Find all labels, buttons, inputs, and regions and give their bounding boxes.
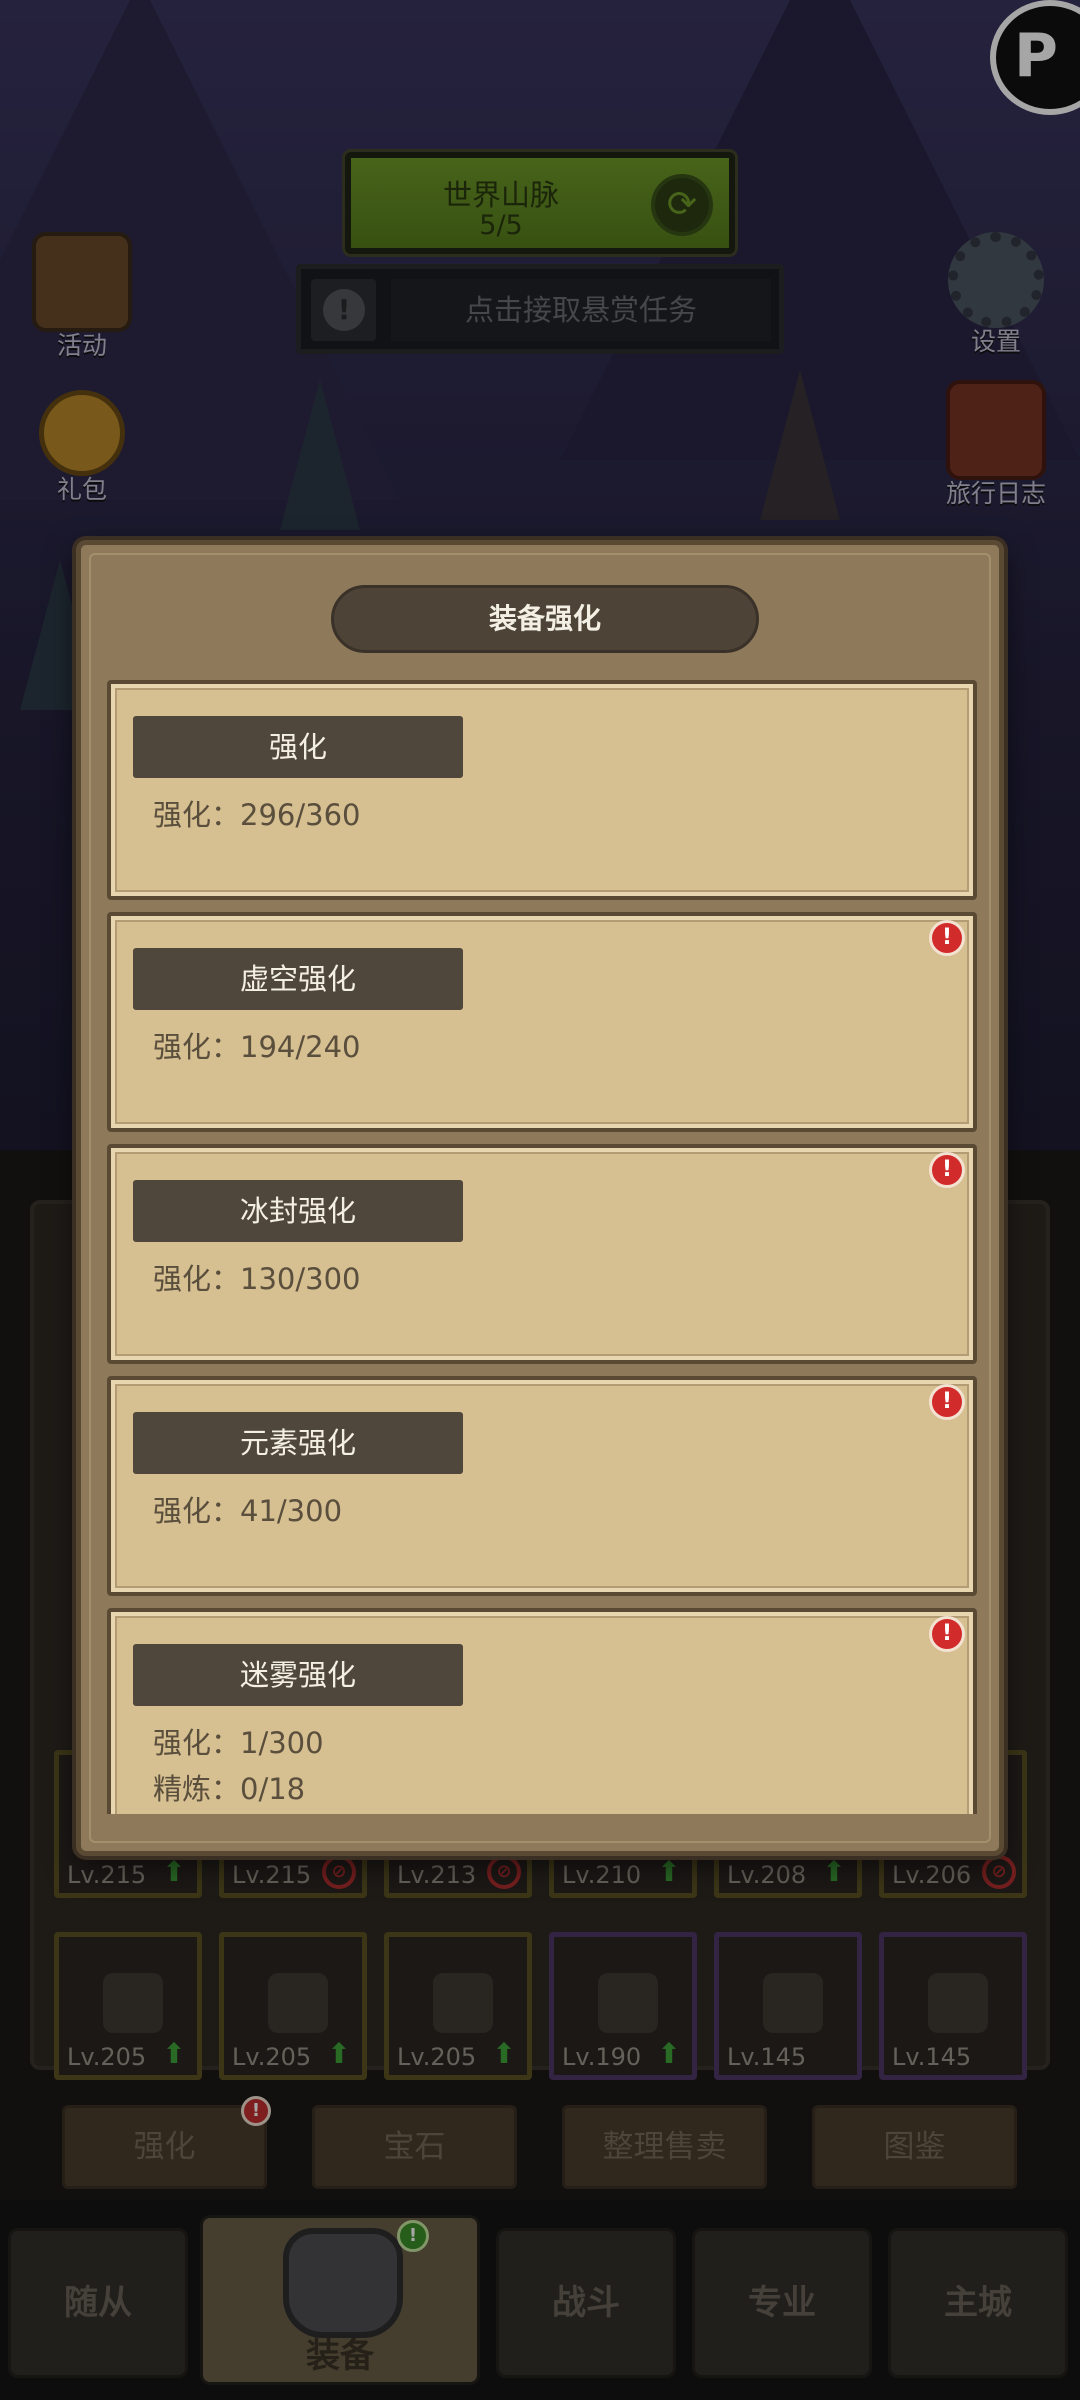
equipment-slot[interactable]: Lv.205 ⬆ [384, 1932, 532, 2080]
slot-level: Lv.215 [67, 1861, 147, 1889]
slot-level: Lv.205 [67, 2043, 147, 2071]
slot-level: Lv.215 [232, 1861, 312, 1889]
upgrade-arrow-icon: ⬆ [162, 1855, 186, 1888]
equipment-item-icon [928, 1973, 988, 2033]
enhance-card[interactable]: ! 迷雾强化 强化：1/300 精炼：0/18 [107, 1608, 977, 1814]
world-progress-bar[interactable]: 世界山脉 5/5 ⟳ [345, 152, 735, 254]
enhance-alert-icon: ! [241, 2096, 271, 2126]
blocked-icon: ⊘ [487, 1855, 521, 1889]
upgrade-arrow-icon: ⬆ [657, 1855, 681, 1888]
sort-sell-tab-button[interactable]: 整理售卖 [562, 2105, 767, 2189]
card-title: 冰封强化 [133, 1180, 463, 1242]
slot-level: Lv.206 [892, 1861, 972, 1889]
nav-main-city[interactable]: 主城 [888, 2228, 1068, 2378]
world-title: 世界山脉 [442, 178, 559, 212]
armor-icon [283, 2228, 403, 2338]
settings-button[interactable]: 设置 [926, 232, 1066, 358]
settings-label: 设置 [970, 327, 1021, 356]
card-title: 强化 [133, 716, 463, 778]
alert-icon: ! [929, 1152, 965, 1188]
refresh-icon[interactable]: ⟳ [651, 174, 713, 236]
slot-level: Lv.145 [727, 2043, 807, 2071]
nav-battle[interactable]: 战斗 [496, 2228, 676, 2378]
gift-icon [39, 390, 125, 476]
blocked-icon: ⊘ [982, 1855, 1016, 1889]
enhance-card[interactable]: ! 虚空强化 强化：194/240 [107, 912, 977, 1132]
card-refine: 精炼：0/18 [153, 1772, 306, 1806]
slot-level: Lv.190 [562, 2043, 642, 2071]
gem-tab-button[interactable]: 宝石 [312, 2105, 517, 2189]
tree-shape [760, 370, 840, 520]
tree-shape [280, 380, 360, 530]
slot-level: Lv.205 [397, 2043, 477, 2071]
codex-tab-button[interactable]: 图鉴 [812, 2105, 1017, 2189]
enhance-card[interactable]: ! 元素强化 强化：41/300 [107, 1376, 977, 1596]
enhance-card[interactable]: 强化 强化：296/360 [107, 680, 977, 900]
alert-icon: ! [929, 1616, 965, 1652]
book-icon [946, 380, 1046, 480]
equipment-item-icon [763, 1973, 823, 2033]
scroll-icon [32, 232, 132, 332]
slot-level: Lv.205 [232, 2043, 312, 2071]
bounty-task-bar[interactable]: ! 点击接取悬赏任务 [296, 264, 784, 354]
equipment-slot[interactable]: Lv.190 ⬆ [549, 1932, 697, 2080]
bounty-text: 点击接取悬赏任务 [391, 279, 771, 341]
gift-pack-button[interactable]: 礼包 [12, 390, 152, 506]
upgrade-arrow-icon: ⬆ [657, 2037, 681, 2070]
equipment-item-icon [433, 1973, 493, 2033]
nav-profession[interactable]: 专业 [692, 2228, 872, 2378]
exclamation-icon: ! [323, 289, 365, 331]
activity-label: 活动 [56, 331, 107, 360]
upgrade-arrow-icon: ⬆ [492, 2037, 516, 2070]
equipment-notice-icon: ! [397, 2220, 429, 2252]
card-title: 虚空强化 [133, 948, 463, 1010]
world-progress-count: 5/5 [479, 210, 523, 241]
slot-level: Lv.210 [562, 1861, 642, 1889]
alert-icon: ! [929, 920, 965, 956]
card-progress: 强化：194/240 [153, 1030, 361, 1064]
enhance-list[interactable]: 强化 强化：296/360 ! 虚空强化 强化：194/240 ! 冰封强化 强… [107, 680, 977, 1814]
equipment-slot[interactable]: Lv.205 ⬆ [54, 1932, 202, 2080]
card-title: 元素强化 [133, 1412, 463, 1474]
slot-level: Lv.213 [397, 1861, 477, 1889]
gear-icon [948, 232, 1044, 328]
equipment-item-icon [103, 1973, 163, 2033]
equipment-item-icon [268, 1973, 328, 2033]
equipment-enhance-modal: 装备强化 强化 强化：296/360 ! 虚空强化 强化：194/240 ! 冰… [76, 540, 1004, 1856]
nav-followers[interactable]: 随从 [8, 2228, 188, 2378]
card-progress: 强化：1/300 [153, 1726, 324, 1760]
card-progress: 强化：41/300 [153, 1494, 343, 1528]
slot-level: Lv.208 [727, 1861, 807, 1889]
card-progress: 强化：130/300 [153, 1262, 361, 1296]
card-progress: 强化：296/360 [153, 798, 361, 832]
gift-pack-label: 礼包 [56, 475, 107, 504]
equipment-slot[interactable]: Lv.145 [714, 1932, 862, 2080]
slot-level: Lv.145 [892, 2043, 972, 2071]
upgrade-arrow-icon: ⬆ [162, 2037, 186, 2070]
modal-title: 装备强化 [331, 585, 759, 653]
blocked-icon: ⊘ [322, 1855, 356, 1889]
card-title: 迷雾强化 [133, 1644, 463, 1706]
travel-log-label: 旅行日志 [945, 479, 1046, 508]
upgrade-arrow-icon: ⬆ [327, 2037, 351, 2070]
enhance-card[interactable]: ! 冰封强化 强化：130/300 [107, 1144, 977, 1364]
equipment-slot[interactable]: Lv.145 [879, 1932, 1027, 2080]
upgrade-arrow-icon: ⬆ [822, 1855, 846, 1888]
enhance-tab-button[interactable]: 强化 [62, 2105, 267, 2189]
activity-button[interactable]: 活动 [12, 232, 152, 362]
equipment-slot[interactable]: Lv.205 ⬆ [219, 1932, 367, 2080]
nav-equipment[interactable]: 装备 [200, 2215, 480, 2385]
alert-icon: ! [929, 1384, 965, 1420]
travel-log-button[interactable]: 旅行日志 [926, 380, 1066, 510]
equipment-item-icon [598, 1973, 658, 2033]
bounty-badge: ! [311, 279, 376, 341]
